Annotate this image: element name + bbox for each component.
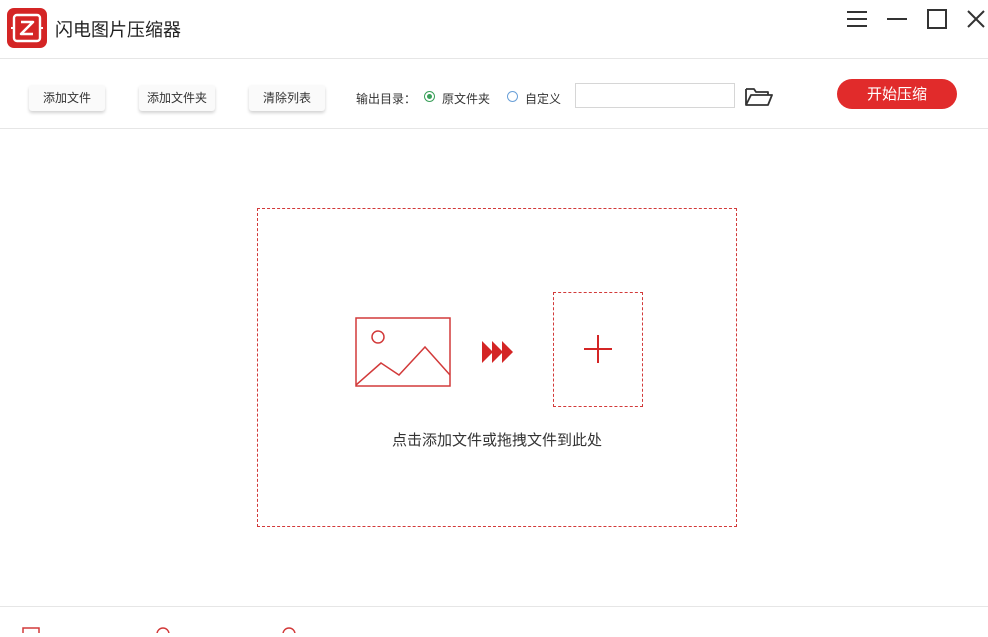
add-folder-button[interactable]: 添加文件夹 [139, 85, 215, 111]
plus-icon[interactable] [582, 333, 614, 365]
radio-original-folder-label[interactable]: 原文件夹 [442, 90, 490, 107]
bottom-bar [0, 606, 988, 637]
radio-original-folder[interactable] [424, 91, 435, 102]
radio-custom-folder-label[interactable]: 自定义 [525, 90, 561, 107]
output-directory-label: 输出目录： [356, 92, 417, 106]
add-file-box[interactable] [553, 292, 643, 407]
file-drop-zone[interactable] [257, 208, 737, 527]
toolbar: 添加文件 添加文件夹 清除列表 输出目录： 原文件夹 自定义 开始压缩 [0, 59, 988, 129]
clear-list-button[interactable]: 清除列表 [249, 85, 325, 111]
app-title: 闪电图片压缩器 [55, 20, 181, 41]
minimize-icon[interactable] [885, 8, 909, 30]
start-compress-button[interactable]: 开始压缩 [837, 79, 957, 109]
app-logo-icon [7, 8, 47, 48]
hamburger-menu-icon[interactable] [845, 8, 869, 30]
image-icon [355, 317, 451, 387]
title-bar: 闪电图片压缩器 [0, 0, 988, 59]
folder-open-icon[interactable] [744, 86, 774, 108]
add-file-button[interactable]: 添加文件 [29, 85, 105, 111]
maximize-icon[interactable] [925, 8, 949, 30]
radio-custom-folder[interactable] [507, 91, 518, 102]
close-icon[interactable] [964, 8, 988, 30]
triple-arrow-icon [482, 340, 514, 364]
drop-hint-text: 点击添加文件或拖拽文件到此处 [391, 431, 602, 449]
output-path-input[interactable] [575, 83, 735, 108]
